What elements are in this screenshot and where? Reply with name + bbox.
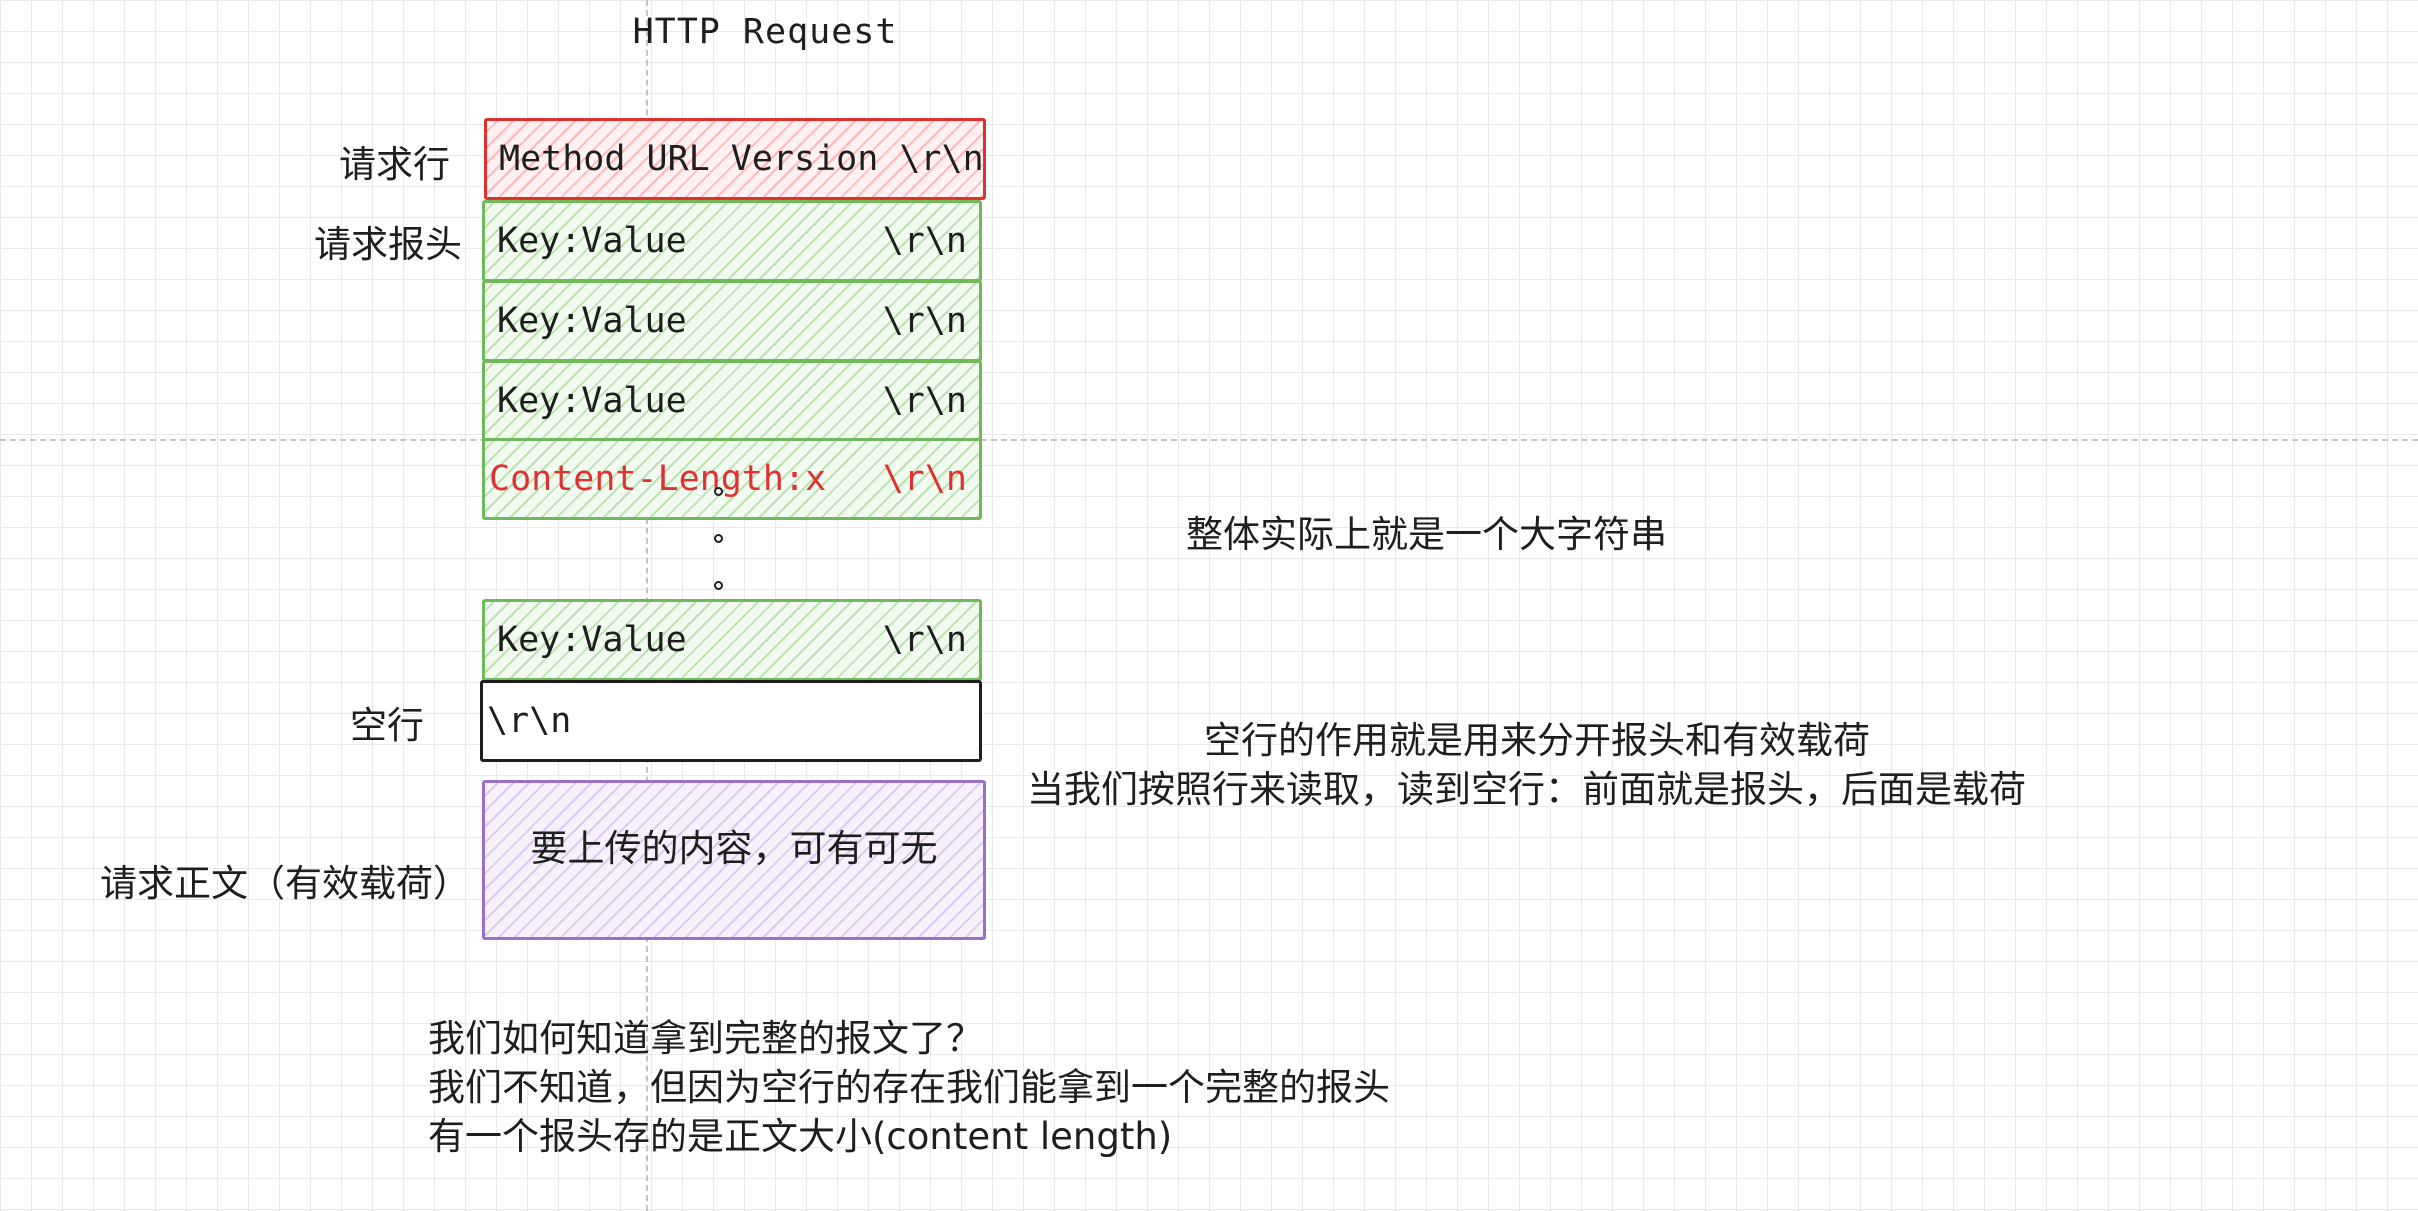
- header-row[interactable]: Key:Value \r\n: [482, 200, 982, 282]
- note-blank-line-purpose: 空行的作用就是用来分开报头和有效载荷: [1204, 719, 1870, 762]
- note-content-length: 有一个报头存的是正文大小(content length): [428, 1115, 1173, 1158]
- label-blank-line: 空行: [350, 704, 424, 747]
- request-body-text: 要上传的内容，可有可无: [530, 827, 938, 870]
- header-key-value: Key:Value: [497, 301, 687, 341]
- header-crlf: \r\n: [882, 459, 967, 499]
- label-request-line: 请求行: [339, 143, 450, 186]
- header-crlf: \r\n: [882, 221, 967, 261]
- request-line-box[interactable]: Method URL Version \r\n: [484, 118, 986, 200]
- header-row[interactable]: Key:Value \r\n: [482, 599, 982, 681]
- header-row-content-length[interactable]: Content-Length:x \r\n: [482, 438, 982, 520]
- header-key-value: Key:Value: [497, 381, 687, 421]
- header-row[interactable]: Key:Value \r\n: [482, 280, 982, 362]
- header-crlf: \r\n: [882, 620, 967, 660]
- canvas-horizontal-axis: [0, 439, 2418, 441]
- diagram-title: HTTP Request: [632, 12, 898, 52]
- blank-line-box[interactable]: \r\n: [480, 680, 982, 762]
- content-length-key: Content-Length:x: [489, 459, 827, 499]
- note-whole-string: 整体实际上就是一个大字符串: [1186, 513, 1667, 556]
- request-body-box[interactable]: 要上传的内容，可有可无: [482, 780, 986, 940]
- label-request-body: 请求正文（有效载荷）: [100, 862, 470, 905]
- header-crlf: \r\n: [882, 301, 967, 341]
- header-key-value: Key:Value: [497, 620, 687, 660]
- note-blank-line-read: 当我们按照行来读取，读到空行：前面就是报头，后面是载荷: [1027, 768, 2026, 811]
- note-question: 我们如何知道拿到完整的报文了？: [428, 1017, 983, 1060]
- request-line-text: Method URL Version \r\n: [499, 139, 984, 179]
- note-answer: 我们不知道，但因为空行的存在我们能拿到一个完整的报头: [428, 1066, 1390, 1109]
- ellipsis-dot: [714, 581, 723, 590]
- header-row[interactable]: Key:Value \r\n: [482, 360, 982, 442]
- label-request-headers: 请求报头: [314, 223, 462, 266]
- note-complete-message: 我们如何知道拿到完整的报文了？ 我们不知道，但因为空行的存在我们能拿到一个完整的…: [428, 1014, 1390, 1161]
- ellipsis-dot: [714, 534, 723, 543]
- header-crlf: \r\n: [882, 381, 967, 421]
- blank-line-text: \r\n: [487, 701, 572, 741]
- ellipsis-dot: [714, 487, 723, 496]
- header-key-value: Key:Value: [497, 221, 687, 261]
